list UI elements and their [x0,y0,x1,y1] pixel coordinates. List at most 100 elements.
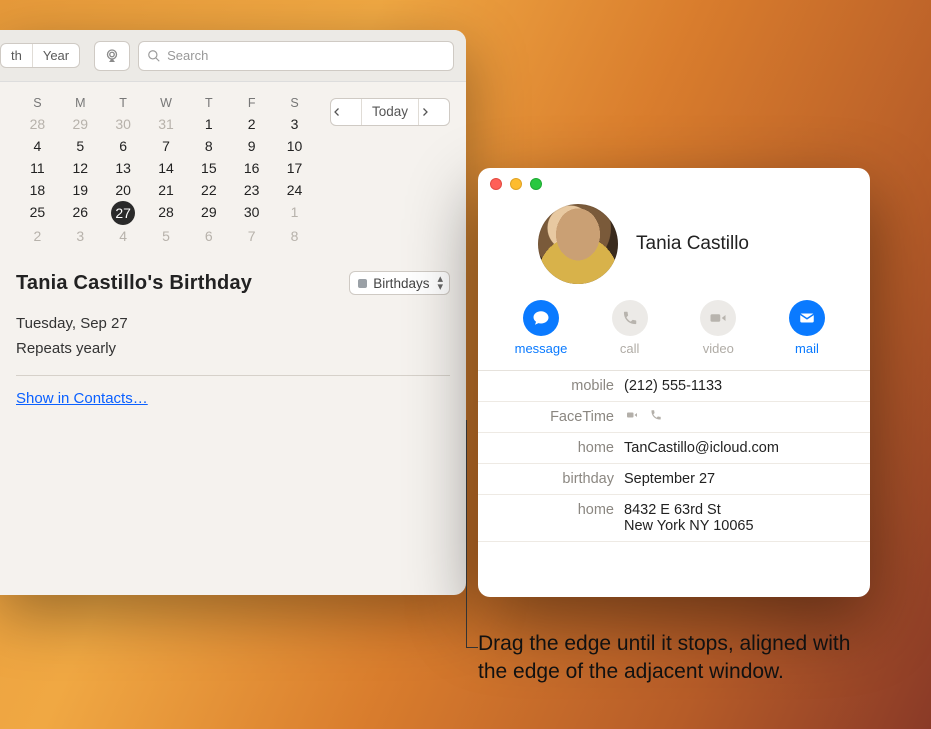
mini-cal-day[interactable]: 5 [59,135,102,157]
dow-label: S [16,96,59,113]
mini-cal-day[interactable]: 23 [230,179,273,201]
mini-cal-day[interactable]: 8 [273,225,316,247]
mobile-label: mobile [494,378,614,394]
mini-cal-day[interactable]: 2 [230,113,273,135]
dow-label: T [102,96,145,113]
close-window-button[interactable] [490,178,502,190]
mini-cal-day[interactable]: 9 [230,135,273,157]
callout-line [466,420,478,648]
mini-cal-day[interactable]: 16 [230,157,273,179]
mini-cal-day[interactable]: 31 [145,113,188,135]
mini-cal-day[interactable]: 7 [145,135,188,157]
mini-cal-day[interactable]: 1 [187,113,230,135]
mini-cal-day[interactable]: 4 [102,225,145,247]
mini-cal-day[interactable]: 4 [16,135,59,157]
dow-label: T [187,96,230,113]
mini-cal-day[interactable]: 2 [16,225,59,247]
birthday-value: September 27 [624,471,854,487]
home-address-value[interactable]: 8432 E 63rd St New York NY 10065 [624,502,854,534]
message-label: message [515,341,568,356]
facetime-audio-icon[interactable] [650,409,662,425]
today-navigator: Today [330,98,450,126]
mini-cal-day[interactable]: 20 [102,179,145,201]
mini-cal-day[interactable]: 22 [187,179,230,201]
search-input[interactable]: Search [138,41,454,71]
mini-cal-day[interactable]: 14 [145,157,188,179]
event-title: Tania Castillo's Birthday [16,272,339,295]
mini-cal-day[interactable]: 26 [59,201,102,225]
mini-cal-day[interactable]: 19 [59,179,102,201]
home-email-label: home [494,440,614,456]
mini-cal-day[interactable]: 7 [230,225,273,247]
mobile-value[interactable]: (212) 555-1133 [624,378,854,394]
view-segment[interactable]: th Year [0,43,80,68]
minimize-window-button[interactable] [510,178,522,190]
mini-cal-day[interactable]: 27 [111,201,135,225]
mini-cal-day[interactable]: 29 [59,113,102,135]
mini-calendar[interactable]: SMTWTFS 28293031123456789101112131415161… [16,96,316,247]
show-in-contacts-link[interactable]: Show in Contacts… [16,390,148,407]
mini-cal-day[interactable]: 10 [273,135,316,157]
airplay-button[interactable] [94,41,130,71]
avatar[interactable] [538,204,618,284]
message-button[interactable]: message [506,300,576,356]
mini-cal-day[interactable]: 18 [16,179,59,201]
mini-cal-day[interactable]: 8 [187,135,230,157]
dow-label: S [273,96,316,113]
event-details: Tania Castillo's Birthday Birthdays ▴▾ T… [16,271,450,408]
view-segment-month[interactable]: th [1,44,33,67]
contact-header: Tania Castillo [478,200,870,292]
mini-cal-day[interactable]: 30 [102,113,145,135]
mini-cal-week: 45678910 [16,135,316,157]
mini-cal-day[interactable]: 6 [102,135,145,157]
mini-cal-day[interactable]: 17 [273,157,316,179]
field-birthday: birthday September 27 [478,464,870,495]
zoom-window-button[interactable] [530,178,542,190]
home-email-value[interactable]: TanCastillo@icloud.com [624,440,854,456]
mini-cal-week: 11121314151617 [16,157,316,179]
chevron-right-icon [419,106,431,118]
calendar-window: th Year Search SMTWTFS 28293031123456789… [0,30,466,595]
mini-cal-day[interactable]: 15 [187,157,230,179]
video-icon [709,309,727,327]
mini-cal-day[interactable]: 21 [145,179,188,201]
mini-cal-day[interactable]: 6 [187,225,230,247]
next-button[interactable] [419,106,449,118]
mini-cal-day[interactable]: 24 [273,179,316,201]
video-button[interactable]: video [683,300,753,356]
mini-cal-day[interactable]: 25 [16,201,59,225]
mini-cal-day[interactable]: 28 [16,113,59,135]
message-icon [532,309,550,327]
mini-cal-day[interactable]: 28 [145,201,188,225]
contact-actions: message call video mail [478,292,870,370]
phone-icon [622,310,638,326]
mini-cal-day[interactable]: 3 [59,225,102,247]
mini-cal-day[interactable]: 12 [59,157,102,179]
mini-cal-day[interactable]: 5 [145,225,188,247]
mini-cal-day[interactable]: 13 [102,157,145,179]
mini-cal-day[interactable]: 3 [273,113,316,135]
mail-button[interactable]: mail [772,300,842,356]
event-repeat: Repeats yearly [16,340,450,357]
prev-button[interactable] [331,106,361,118]
mail-icon [798,309,816,327]
mini-cal-day[interactable]: 30 [230,201,273,225]
contact-name: Tania Castillo [636,233,749,255]
mini-cal-day[interactable]: 1 [273,201,316,225]
call-button[interactable]: call [595,300,665,356]
search-icon [147,49,161,63]
search-placeholder: Search [167,48,208,63]
dow-label: F [230,96,273,113]
calendar-toolbar: th Year Search [0,30,466,82]
calendar-select[interactable]: Birthdays ▴▾ [349,271,450,295]
mini-cal-week: 28293031123 [16,113,316,135]
divider [16,375,450,376]
mail-label: mail [795,341,819,356]
facetime-icons [624,409,854,425]
mini-cal-day[interactable]: 29 [187,201,230,225]
mini-cal-day[interactable]: 11 [16,157,59,179]
home-address-label: home [494,502,614,534]
facetime-video-icon[interactable] [624,409,640,425]
view-segment-year[interactable]: Year [33,44,79,67]
today-button[interactable]: Today [361,99,419,125]
